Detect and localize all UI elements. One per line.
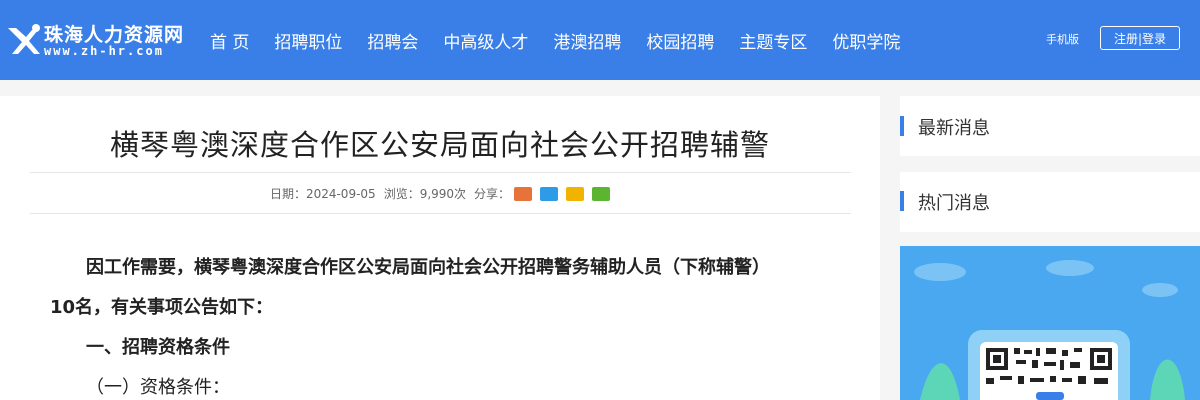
latest-news-title[interactable]: 最新消息 [918, 114, 990, 140]
article-views: 浏览：9,990次 [383, 187, 467, 201]
article-panel: 横琴粤澳深度合作区公安局面向社会公开招聘辅警 日期：2024-09-05 浏览：… [0, 96, 880, 400]
subsection-heading: （一）资格条件： [86, 377, 230, 398]
share-label: 分享： [474, 187, 511, 201]
top-navbar: 珠海人力资源网 www.zh-hr.com 首 页 招聘职位 招聘会 中高级人才… [0, 0, 1200, 80]
latest-news-card: 最新消息 [900, 96, 1200, 156]
article-body: 因工作需要，横琴粤澳深度合作区公安局面向社会公开招聘警务辅助人员（下称辅警）10… [50, 248, 790, 400]
nav-topics[interactable]: 主题专区 [739, 28, 807, 53]
qq-icon[interactable] [540, 186, 559, 201]
nav-senior-talent[interactable]: 中高级人才 [443, 28, 528, 53]
logo-title: 珠海人力资源网 [44, 24, 185, 46]
nav-hk-macau[interactable]: 港澳招聘 [553, 28, 621, 53]
hot-news-card: 热门消息 [900, 172, 1200, 232]
article-title: 横琴粤澳深度合作区公安局面向社会公开招聘辅警 [109, 128, 770, 162]
nav-home[interactable]: 首 页 [210, 28, 249, 53]
section-marker [900, 191, 904, 211]
promo-illustration [914, 260, 1185, 400]
nav-academy[interactable]: 优职学院 [832, 28, 900, 53]
title-divider [30, 172, 851, 173]
app-qr-promo[interactable] [900, 246, 1200, 400]
hot-news-title[interactable]: 热门消息 [918, 189, 990, 215]
article-intro: 因工作需要，横琴粤澳深度合作区公安局面向社会公开招聘警务辅助人员（下称辅警）10… [50, 257, 770, 318]
site-logo[interactable]: 珠海人力资源网 www.zh-hr.com [0, 14, 190, 66]
qzone-icon[interactable] [566, 186, 585, 201]
weibo-icon[interactable] [514, 186, 533, 201]
main-nav: 首 页 招聘职位 招聘会 中高级人才 港澳招聘 校园招聘 主题专区 优职学院 [196, 0, 900, 80]
article-date: 日期：2024-09-05 [269, 187, 376, 201]
mobile-version-link[interactable]: 手机版 [1046, 31, 1079, 47]
section-marker [900, 116, 904, 136]
logo-domain: www.zh-hr.com [44, 44, 164, 58]
register-login-button[interactable]: 注册|登录 [1100, 26, 1180, 50]
nav-jobs[interactable]: 招聘职位 [274, 28, 342, 53]
wechat-icon[interactable] [592, 186, 611, 201]
section-heading: 一、招聘资格条件 [86, 337, 230, 358]
nav-campus[interactable]: 校园招聘 [646, 28, 714, 53]
nav-job-fair[interactable]: 招聘会 [367, 28, 418, 53]
article-meta: 日期：2024-09-05 浏览：9,990次 分享： [30, 185, 850, 202]
logo-mark-icon [8, 24, 40, 54]
meta-divider [30, 213, 851, 214]
